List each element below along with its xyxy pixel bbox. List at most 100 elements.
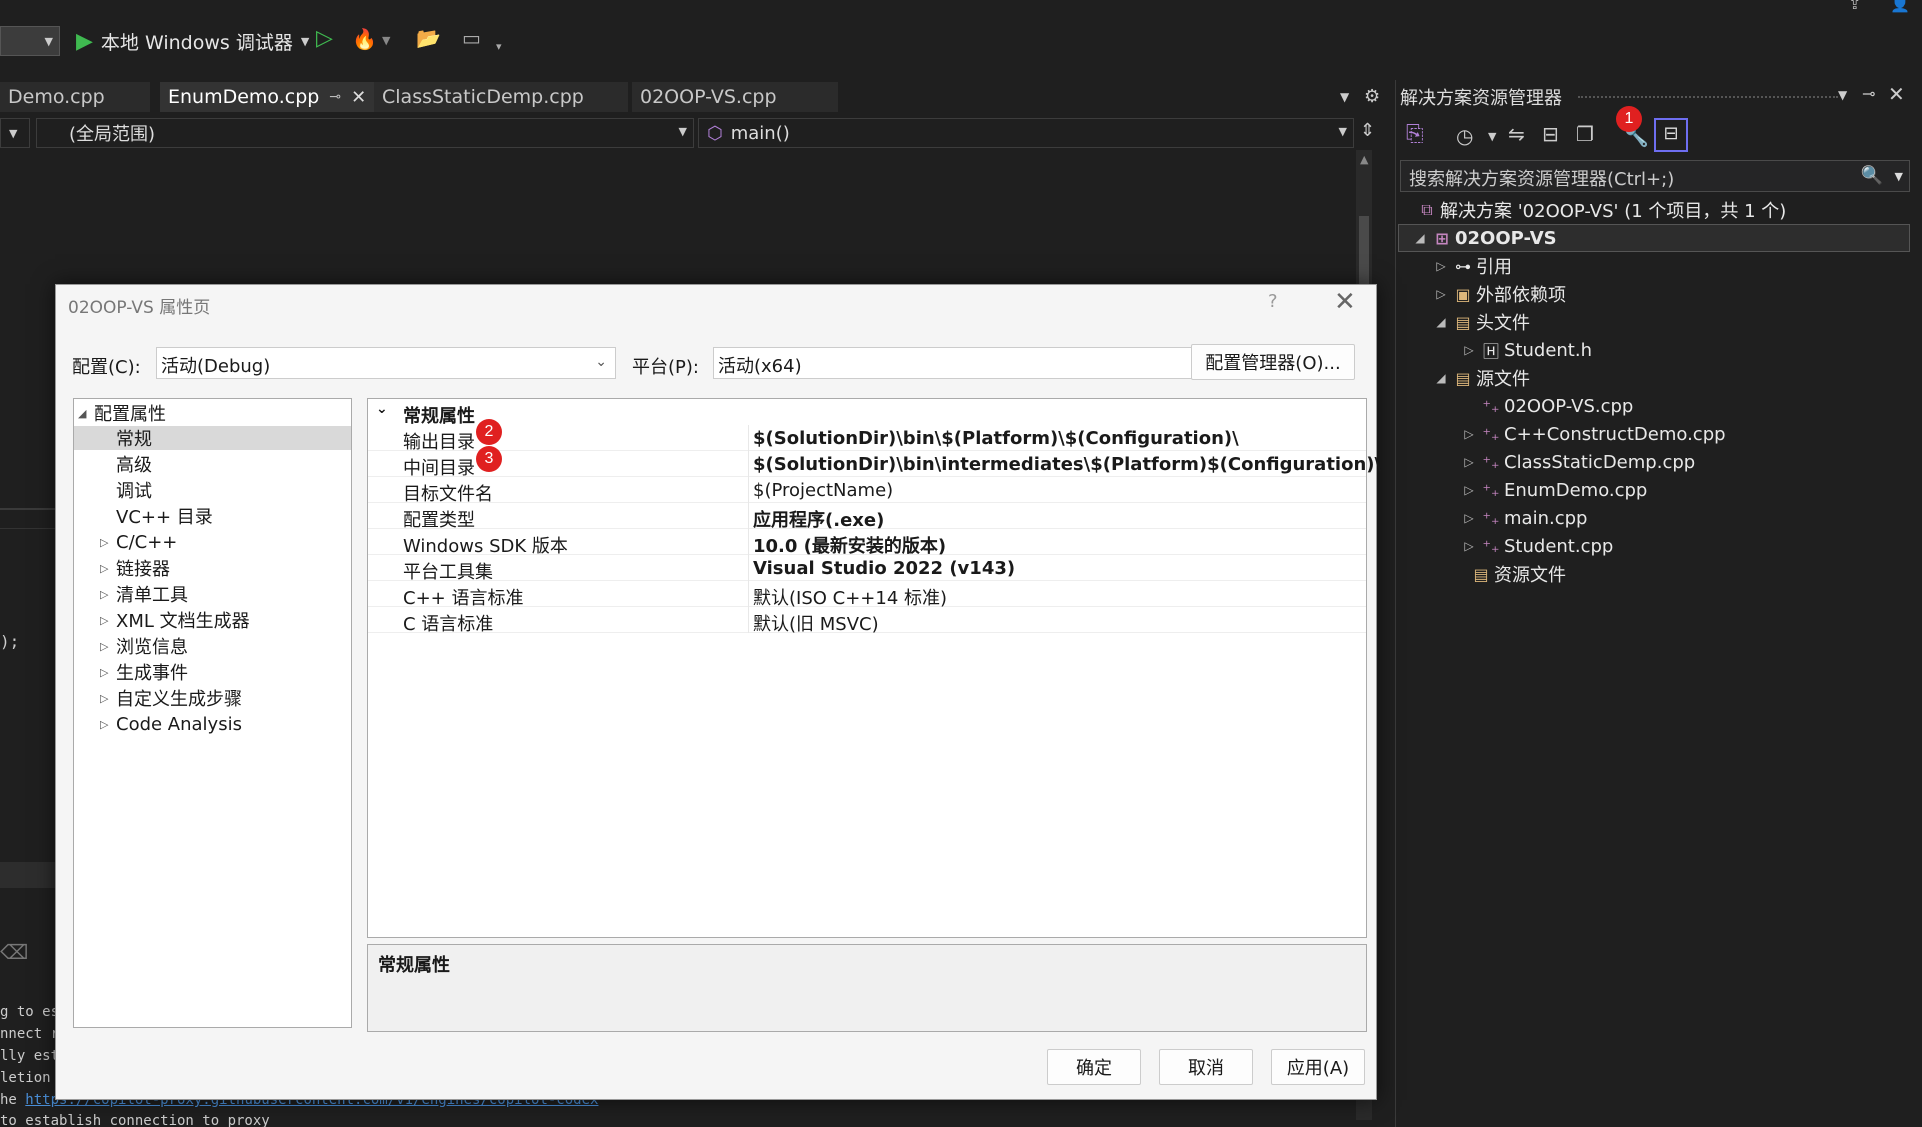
apply-button[interactable]: 应用(A) — [1271, 1049, 1365, 1085]
grid-section-header[interactable]: ⌄ 常规属性 — [368, 399, 1366, 427]
property-row[interactable]: 配置类型 应用程序(.exe) — [368, 503, 1366, 531]
tree-item-student-h[interactable]: ▷ 🄷 Student.h — [1460, 336, 1592, 364]
pin-icon[interactable]: ⊸ — [329, 89, 341, 105]
chevron-down-icon[interactable]: ▼ — [1895, 170, 1903, 183]
tree-item-config-properties[interactable]: ◢ 配置属性 — [78, 401, 166, 425]
tree-item-cpp[interactable]: ▷ ⁺₊ C++ConstructDemo.cpp — [1460, 420, 1725, 448]
scope-combo[interactable]: (全局范围) ▼ — [36, 118, 694, 148]
cancel-button[interactable]: 取消 — [1159, 1049, 1253, 1085]
collapsed-arrow-icon[interactable]: ▷ — [1460, 427, 1478, 441]
property-row[interactable]: Windows SDK 版本 10.0 (最新安装的版本) — [368, 529, 1366, 557]
find-in-files-icon[interactable]: 📂 — [416, 26, 441, 50]
property-row[interactable]: 平台工具集 Visual Studio 2022 (v143) — [368, 555, 1366, 583]
tree-solution[interactable]: ⧉ 解决方案 '02OOP-VS' (1 个项目，共 1 个) — [1414, 196, 1786, 224]
collapsed-arrow-icon[interactable]: ▷ — [100, 588, 116, 601]
tree-item-source-files[interactable]: ◢ ▤ 源文件 — [1432, 364, 1530, 392]
help-button[interactable]: ? — [1268, 291, 1278, 312]
chevron-down-icon[interactable]: ▼ — [382, 34, 390, 47]
pending-changes-icon[interactable]: ◷ — [1456, 124, 1473, 148]
close-button[interactable]: ✕ — [1334, 287, 1356, 317]
tab-enumdemo[interactable]: EnumDemo.cpp ⊸ ✕ — [160, 82, 374, 112]
property-value[interactable]: Visual Studio 2022 (v143) — [753, 558, 1015, 579]
collapsed-arrow-icon[interactable]: ▷ — [100, 562, 116, 575]
property-row[interactable]: C 语言标准 默认(旧 MSVC) — [368, 607, 1366, 636]
tree-item-general[interactable]: 常规 — [74, 426, 351, 450]
switch-views-icon[interactable]: ⎘ — [1406, 122, 1424, 147]
sync-icon[interactable]: ⇋ — [1508, 122, 1525, 146]
collapse-all-icon[interactable]: ⊟ — [1542, 122, 1559, 146]
collapsed-arrow-icon[interactable]: ▷ — [100, 536, 116, 549]
tree-item-custom-build[interactable]: ▷ 自定义生成步骤 — [100, 686, 242, 710]
share-icon[interactable]: ⇪ — [1848, 0, 1861, 13]
collapsed-arrow-icon[interactable]: ▷ — [1460, 511, 1478, 525]
solution-search-input[interactable]: 搜索解决方案资源管理器(Ctrl+;) 🔍 ▼ — [1400, 160, 1910, 192]
expanded-arrow-icon[interactable]: ◢ — [1432, 371, 1450, 385]
tree-project[interactable]: ◢ ⊞ 02OOP-VS — [1398, 224, 1910, 252]
tree-item-browse-info[interactable]: ▷ 浏览信息 — [100, 634, 188, 658]
tree-item-xml-doc[interactable]: ▷ XML 文档生成器 — [100, 608, 250, 632]
tree-item-build-events[interactable]: ▷ 生成事件 — [100, 660, 188, 684]
collapsed-arrow-icon[interactable]: ▷ — [100, 666, 116, 679]
gear-icon[interactable]: ⚙ — [1364, 86, 1380, 107]
tree-item-cpp[interactable]: ▷ C/C++ — [100, 530, 177, 554]
collapsed-arrow-icon[interactable]: ▷ — [1460, 539, 1478, 553]
window-layout-icon[interactable]: ▭ — [462, 26, 481, 50]
property-value[interactable]: 默认(旧 MSVC) — [753, 610, 879, 636]
expanded-arrow-icon[interactable]: ◢ — [1432, 315, 1450, 329]
account-icon[interactable]: 👤 — [1890, 0, 1910, 13]
start-without-debugging-icon[interactable]: ▷ — [316, 26, 333, 51]
search-icon[interactable]: 🔍 — [1861, 165, 1883, 186]
tree-item-cpp[interactable]: ▷ ⁺₊ ClassStaticDemp.cpp — [1460, 448, 1695, 476]
collapsed-arrow-icon[interactable]: ▷ — [1460, 483, 1478, 497]
tree-item-code-analysis[interactable]: ▷ Code Analysis — [100, 712, 242, 736]
property-value[interactable]: $(ProjectName) — [753, 480, 893, 501]
project-nav-combo[interactable]: ▼ — [0, 118, 30, 148]
tab-demo[interactable]: Demo.cpp — [0, 82, 150, 112]
split-editor-icon[interactable]: ⇕ — [1360, 120, 1375, 141]
collapsed-arrow-icon[interactable]: ▷ — [1432, 259, 1450, 273]
tree-item-cpp[interactable]: ▷ ⁺₊ main.cpp — [1460, 504, 1587, 532]
config-manager-button[interactable]: 配置管理器(O)... — [1191, 344, 1355, 380]
property-row[interactable]: 目标文件名 $(ProjectName) — [368, 477, 1366, 505]
collapsed-arrow-icon[interactable]: ▷ — [1460, 455, 1478, 469]
collapsed-arrow-icon[interactable]: ▷ — [100, 614, 116, 627]
pin-icon[interactable]: ⊸ — [1862, 84, 1875, 103]
start-debugging-button[interactable]: ▶ 本地 Windows 调试器 ▼ — [76, 24, 309, 58]
tree-item-vc-directories[interactable]: VC++ 目录 — [116, 504, 213, 528]
config-select[interactable]: 活动(Debug) ⌄ — [156, 347, 616, 379]
tree-item-debugging[interactable]: 调试 — [116, 478, 152, 502]
property-row[interactable]: C++ 语言标准 默认(ISO C++14 标准) — [368, 581, 1366, 609]
hot-reload-icon[interactable]: 🔥 — [352, 27, 377, 51]
tree-item-cpp[interactable]: ▷ ⁺₊ EnumDemo.cpp — [1460, 476, 1647, 504]
tree-item-external-deps[interactable]: ▷ ▣ 外部依赖项 — [1432, 280, 1566, 308]
expanded-arrow-icon[interactable]: ◢ — [1411, 231, 1429, 245]
expanded-arrow-icon[interactable]: ◢ — [78, 407, 94, 420]
scroll-up-icon[interactable]: ▲ — [1360, 153, 1368, 166]
property-value[interactable]: $(SolutionDir)\bin\intermediates\$(Platf… — [753, 454, 1381, 475]
collapsed-arrow-icon[interactable]: ▷ — [100, 718, 116, 731]
tree-item-references[interactable]: ▷ ⊶ 引用 — [1432, 252, 1512, 280]
tree-item-manifest-tool[interactable]: ▷ 清单工具 — [100, 582, 188, 606]
tree-item-cpp[interactable]: ⁺₊ 02OOP-VS.cpp — [1478, 392, 1634, 420]
platform-select[interactable]: 活动(x64) ⌄ — [713, 347, 1229, 379]
tree-item-resource-files[interactable]: ▤ 资源文件 — [1450, 560, 1566, 588]
property-row[interactable]: 输出目录 $(SolutionDir)\bin\$(Platform)\$(Con… — [368, 425, 1366, 453]
collapsed-arrow-icon[interactable]: ▷ — [100, 640, 116, 653]
member-combo[interactable]: ⬡ main() ▼ — [698, 118, 1354, 148]
show-all-files-icon[interactable]: ❐ — [1576, 122, 1594, 146]
collapsed-arrow-icon[interactable]: ▷ — [1460, 343, 1478, 357]
expanded-chevron-icon[interactable]: ⌄ — [376, 401, 388, 417]
collapsed-arrow-icon[interactable]: ▷ — [1432, 287, 1450, 301]
toolbar-overflow-icon[interactable]: ▾ — [496, 40, 502, 53]
tree-item-advanced[interactable]: 高级 — [116, 452, 152, 476]
preview-selected-items-icon[interactable]: ⊟ — [1654, 118, 1688, 152]
tree-item-cpp[interactable]: ▷ ⁺₊ Student.cpp — [1460, 532, 1613, 560]
close-icon[interactable]: ✕ — [1888, 82, 1905, 106]
tab-classstaticdemp[interactable]: ClassStaticDemp.cpp — [374, 82, 628, 112]
chevron-down-icon[interactable]: ▼ — [1488, 130, 1496, 143]
tab-list-dropdown-icon[interactable]: ▼ — [1340, 90, 1349, 104]
tree-item-linker[interactable]: ▷ 链接器 — [100, 556, 170, 580]
solution-config-combo[interactable]: ▼ — [0, 26, 60, 56]
chevron-down-icon[interactable]: ▼ — [1838, 88, 1847, 102]
property-row[interactable]: 中间目录 $(SolutionDir)\bin\intermediates\$(P… — [368, 451, 1381, 479]
